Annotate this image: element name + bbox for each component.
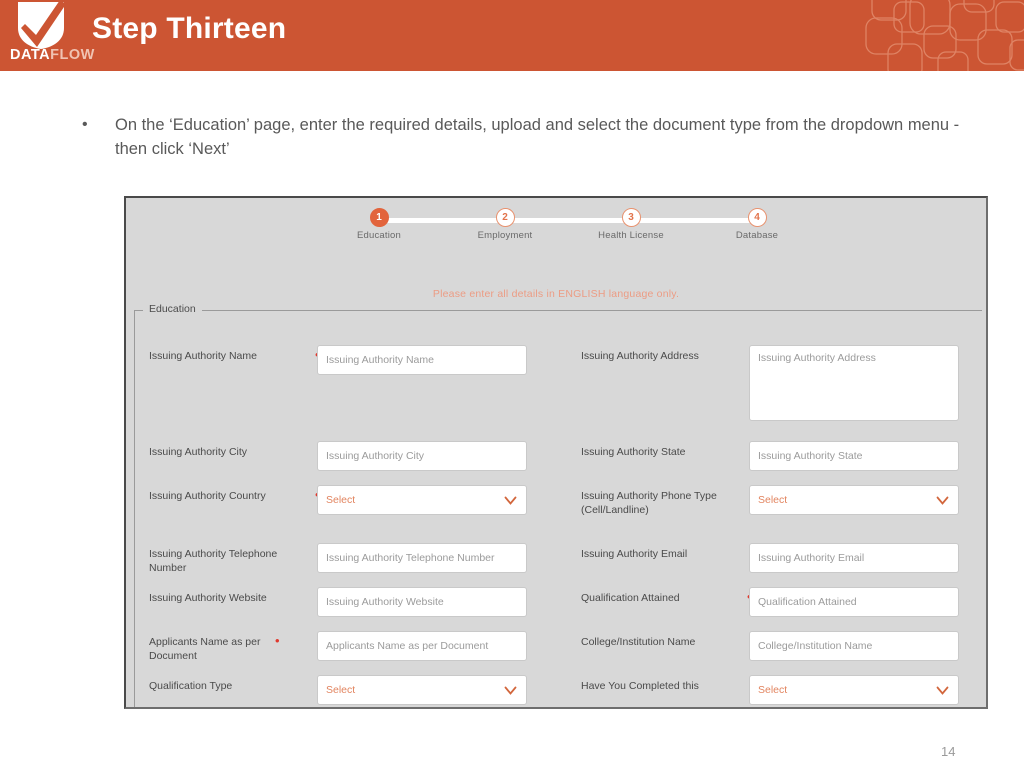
field-label: Issuing Authority City bbox=[149, 446, 248, 458]
dataflow-logo: DATAFLOW bbox=[8, 2, 94, 68]
field-label: Issuing Authority Website bbox=[149, 592, 267, 604]
field-label: Issuing Authority Telephone Number bbox=[149, 548, 278, 574]
field-label: Have You Completed this bbox=[581, 680, 699, 692]
stepper-item-education[interactable]: 1 Education bbox=[314, 204, 444, 241]
field-label: College/Institution Name bbox=[581, 636, 696, 648]
input-issuing-authority-city[interactable]: Issuing Authority City bbox=[317, 441, 527, 471]
textarea-issuing-authority-address[interactable]: Issuing Authority Address bbox=[749, 345, 959, 421]
stepper-number-badge: 3 bbox=[621, 208, 641, 227]
input-applicants-name-as-per-document[interactable]: Applicants Name as per Document bbox=[317, 631, 527, 661]
header-decoration-pattern bbox=[865, 0, 1024, 71]
stepper-label: Employment bbox=[477, 230, 533, 241]
field-label: Issuing Authority Name bbox=[149, 350, 257, 362]
chevron-down-icon bbox=[936, 496, 949, 505]
field-label: Issuing Authority Email bbox=[581, 548, 688, 560]
stepper-number-badge: 4 bbox=[747, 208, 767, 227]
input-issuing-authority-name[interactable]: Issuing Authority Name bbox=[317, 345, 527, 375]
bullet-marker: • bbox=[82, 116, 88, 133]
required-asterisk: • bbox=[275, 633, 280, 648]
field-label: Issuing Authority State bbox=[581, 446, 686, 458]
select-issuing-authority-country[interactable]: Select bbox=[317, 485, 527, 515]
input-issuing-authority-state[interactable]: Issuing Authority State bbox=[749, 441, 959, 471]
dataflow-wordmark: DATAFLOW bbox=[10, 48, 94, 63]
field-placeholder: Select bbox=[326, 494, 356, 506]
field-placeholder: Issuing Authority Website bbox=[326, 596, 444, 608]
field-placeholder: College/Institution Name bbox=[758, 640, 873, 652]
chevron-down-icon bbox=[504, 686, 517, 695]
chevron-down-icon bbox=[504, 496, 517, 505]
field-placeholder: Select bbox=[758, 494, 788, 506]
field-placeholder: Select bbox=[758, 684, 788, 696]
stepper-item-employment[interactable]: 2 Employment bbox=[440, 204, 570, 241]
field-placeholder: Issuing Authority Name bbox=[326, 354, 434, 366]
chevron-down-icon bbox=[936, 686, 949, 695]
field-placeholder: Issuing Authority State bbox=[758, 450, 863, 462]
stepper-number-badge: 2 bbox=[495, 208, 515, 227]
field-label: Issuing Authority Country bbox=[149, 490, 266, 502]
dataflow-shield-check-icon bbox=[18, 2, 66, 49]
select-issuing-authority-phone-type-cell-landline[interactable]: Select bbox=[749, 485, 959, 515]
instruction-bullet: • On the ‘Education’ page, enter the req… bbox=[82, 113, 982, 161]
field-placeholder: Select bbox=[326, 684, 356, 696]
field-placeholder: Qualification Attained bbox=[758, 596, 857, 608]
education-fieldset: Education Issuing Authority Name • Issuing… bbox=[134, 303, 982, 707]
select-have-you-completed-this[interactable]: Select bbox=[749, 675, 959, 705]
input-issuing-authority-website[interactable]: Issuing Authority Website bbox=[317, 587, 527, 617]
logo-text-flow: FLOW bbox=[50, 47, 95, 63]
fieldset-legend: Education bbox=[143, 303, 202, 315]
stepper-label: Database bbox=[735, 230, 779, 241]
stepper-label: Education bbox=[356, 230, 402, 241]
embedded-screenshot: 1 Education 2 Employment 3 Health License 4 Dat… bbox=[124, 196, 988, 709]
input-qualification-attained[interactable]: Qualification Attained bbox=[749, 587, 959, 617]
field-label: Qualification Attained bbox=[581, 592, 680, 604]
field-placeholder: Issuing Authority City bbox=[326, 450, 425, 462]
field-placeholder: Issuing Authority Email bbox=[758, 552, 865, 564]
field-placeholder: Issuing Authority Address bbox=[758, 352, 876, 364]
field-label: Issuing Authority Address bbox=[581, 350, 699, 362]
field-placeholder: Issuing Authority Telephone Number bbox=[326, 552, 495, 564]
english-language-notice: Please enter all details in ENGLISH lang… bbox=[432, 288, 680, 300]
page-title: Step Thirteen bbox=[92, 12, 287, 45]
input-issuing-authority-email[interactable]: Issuing Authority Email bbox=[749, 543, 959, 573]
stepper-item-health-license[interactable]: 3 Health License bbox=[566, 204, 696, 241]
progress-stepper: 1 Education 2 Employment 3 Health License 4 Dat… bbox=[126, 204, 986, 248]
slide-page-number: 14 bbox=[941, 744, 956, 759]
stepper-item-database[interactable]: 4 Database bbox=[692, 204, 822, 241]
field-label: Qualification Type bbox=[149, 680, 233, 692]
stepper-label: Health License bbox=[598, 230, 664, 241]
input-college-institution-name[interactable]: College/Institution Name bbox=[749, 631, 959, 661]
input-issuing-authority-telephone-number[interactable]: Issuing Authority Telephone Number bbox=[317, 543, 527, 573]
field-placeholder: Applicants Name as per Document bbox=[326, 640, 489, 652]
field-label: Issuing Authority Phone Type (Cell/Landl… bbox=[581, 490, 717, 516]
instruction-text: On the ‘Education’ page, enter the requi… bbox=[115, 116, 960, 158]
select-qualification-type[interactable]: Select bbox=[317, 675, 527, 705]
logo-text-data: DATA bbox=[10, 47, 51, 63]
slide-header: DATAFLOW Step Thirteen bbox=[0, 0, 1024, 71]
stepper-number-badge: 1 bbox=[369, 208, 389, 227]
